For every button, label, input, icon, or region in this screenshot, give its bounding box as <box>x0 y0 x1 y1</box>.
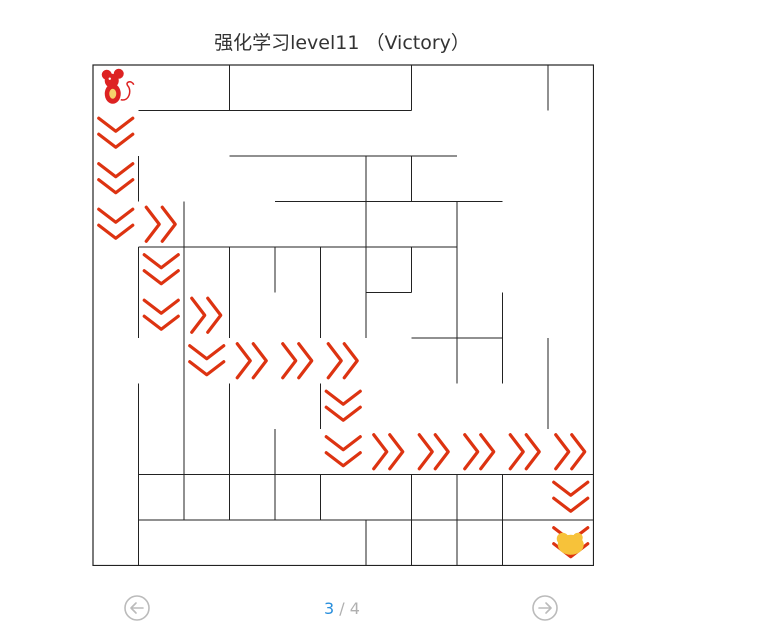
chevron-down-icon <box>97 162 135 195</box>
pager: 3 / 4 <box>0 599 684 618</box>
chevron-stroke <box>552 480 590 513</box>
maze-walls <box>92 64 594 566</box>
chevron-right-icon <box>190 296 223 334</box>
chevron-down-icon <box>324 435 362 468</box>
mouse-eye <box>108 77 111 80</box>
chevron-right-icon <box>554 433 587 471</box>
next-page-button[interactable] <box>532 595 558 621</box>
chevron-stroke <box>372 433 405 471</box>
page-separator: / <box>334 599 350 618</box>
chevron-stroke <box>190 296 223 334</box>
chevron-stroke <box>144 205 177 243</box>
chevron-stroke <box>326 342 359 380</box>
chevron-down-icon <box>97 116 135 149</box>
chevron-stroke <box>142 253 180 286</box>
cheese-blob <box>556 532 569 545</box>
chevron-stroke <box>324 389 362 422</box>
chevron-stroke <box>97 207 135 240</box>
chevron-right-icon <box>235 342 268 380</box>
chevron-stroke <box>554 433 587 471</box>
chevron-down-icon <box>97 207 135 240</box>
chevron-right-icon <box>326 342 359 380</box>
chevron-down-icon <box>552 480 590 513</box>
chevron-right-icon <box>281 342 314 380</box>
path-arrows <box>97 116 590 559</box>
page-current: 3 <box>324 599 335 618</box>
page-total: 4 <box>349 599 360 618</box>
mouse-icon <box>101 68 135 104</box>
chevron-stroke <box>235 342 268 380</box>
chevron-down-icon <box>142 253 180 286</box>
maze-border <box>92 64 594 566</box>
chevron-stroke <box>97 162 135 195</box>
chevron-right-icon <box>372 433 405 471</box>
chevron-right-icon <box>463 433 496 471</box>
page-title: 强化学习level11 （Victory） <box>214 32 470 54</box>
cheese-icon <box>556 532 584 555</box>
chevron-stroke <box>463 433 496 471</box>
chevron-right-icon <box>508 433 541 471</box>
chevron-stroke <box>417 433 450 471</box>
chevron-stroke <box>188 344 226 377</box>
cheese-blob <box>572 532 583 543</box>
chevron-stroke <box>142 298 180 331</box>
mouse-belly <box>109 88 117 99</box>
mouse-tail <box>120 81 135 101</box>
chevron-down-icon <box>142 298 180 331</box>
chevron-down-icon <box>188 344 226 377</box>
maze-board <box>92 64 594 566</box>
chevron-right-icon <box>144 205 177 243</box>
chevron-stroke <box>508 433 541 471</box>
chevron-right-icon <box>417 433 450 471</box>
chevron-stroke <box>281 342 314 380</box>
chevron-stroke <box>97 116 135 149</box>
chevron-down-icon <box>324 389 362 422</box>
chevron-stroke <box>324 435 362 468</box>
